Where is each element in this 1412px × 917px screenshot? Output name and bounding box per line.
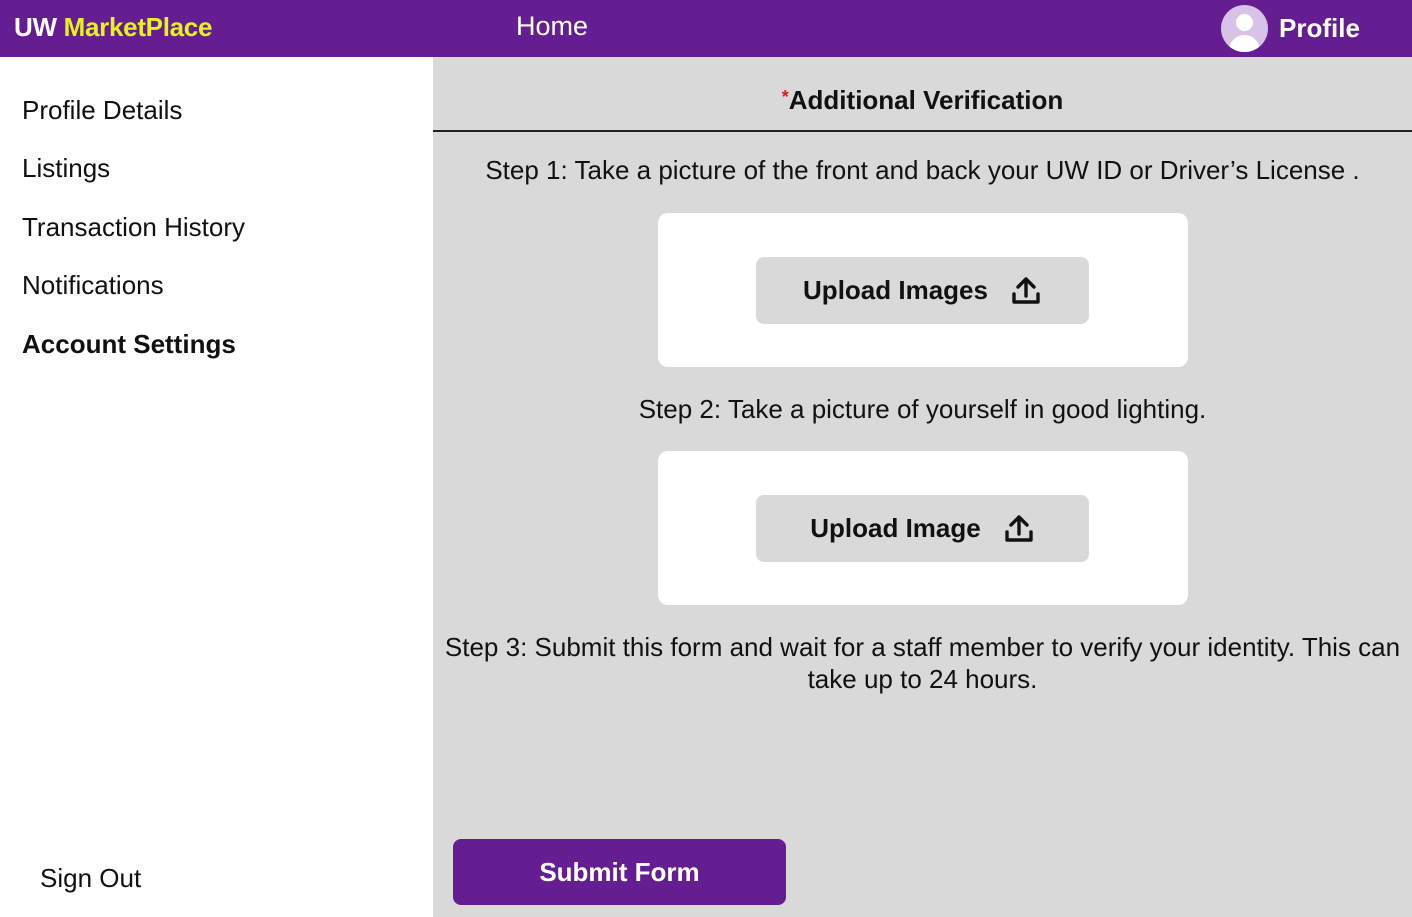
- profile-label[interactable]: Profile: [1279, 13, 1360, 44]
- title-divider: [433, 130, 1412, 132]
- brand-uw: UW: [14, 12, 57, 42]
- step-2-instruction: Step 2: Take a picture of yourself in go…: [638, 394, 1207, 424]
- sidebar-item-transaction-history[interactable]: Transaction History: [22, 212, 245, 243]
- user-avatar-icon[interactable]: [1221, 4, 1268, 52]
- step-3-instruction: Step 3: Submit this form and wait for a …: [444, 632, 1401, 694]
- upload-images-button[interactable]: Upload Images: [756, 257, 1089, 324]
- brand-marketplace: MarketPlace: [63, 12, 213, 42]
- required-asterisk: *: [781, 87, 789, 107]
- section-title-text: Additional Verification: [788, 85, 1064, 115]
- upload-images-label: Upload Images: [803, 275, 988, 305]
- sidebar-item-notifications[interactable]: Notifications: [22, 270, 164, 301]
- submit-form-button[interactable]: Submit Form: [453, 839, 786, 905]
- nav-home-link[interactable]: Home: [516, 11, 588, 42]
- sign-out-link[interactable]: Sign Out: [40, 863, 141, 894]
- upload-image-label: Upload Image: [810, 513, 981, 543]
- top-navbar: UW MarketPlace Home Profile: [0, 0, 1412, 57]
- verification-panel: *Additional Verification Step 1: Take a …: [433, 57, 1412, 917]
- upload-icon: [1012, 276, 1040, 304]
- sidebar-item-profile-details[interactable]: Profile Details: [22, 95, 182, 126]
- upload-icon: [1005, 514, 1033, 542]
- upload-image-button[interactable]: Upload Image: [756, 495, 1089, 562]
- step-1-instruction: Step 1: Take a picture of the front and …: [485, 155, 1360, 185]
- upload-card-selfie: Upload Image: [658, 451, 1188, 605]
- sidebar-item-listings[interactable]: Listings: [22, 153, 110, 184]
- brand-logo[interactable]: UW MarketPlace: [14, 12, 212, 43]
- section-title: *Additional Verification: [433, 85, 1412, 116]
- sidebar-item-account-settings[interactable]: Account Settings: [22, 329, 236, 360]
- upload-card-id: Upload Images: [658, 213, 1188, 367]
- profile-menu[interactable]: Profile: [1221, 3, 1360, 53]
- sidebar: Profile Details Listings Transaction His…: [0, 57, 433, 917]
